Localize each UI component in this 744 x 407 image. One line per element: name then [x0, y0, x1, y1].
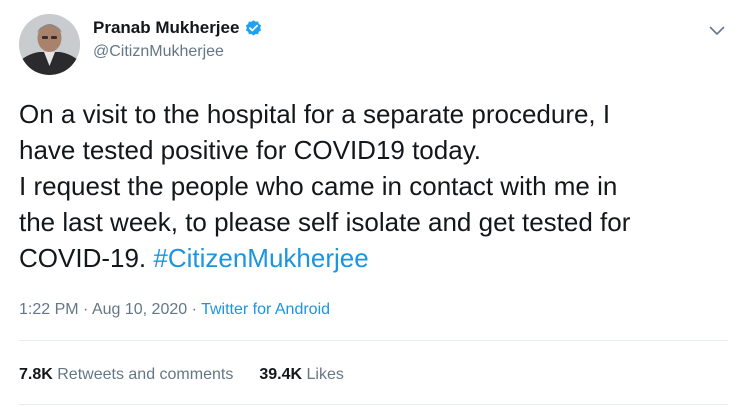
likes-count: 39.4K: [259, 366, 303, 383]
avatar-photo: [19, 14, 80, 75]
display-name[interactable]: Pranab Mukherjee: [93, 18, 239, 38]
retweets-stat[interactable]: 7.8K Retweets and comments: [19, 366, 233, 384]
retweets-label: Retweets and comments: [57, 366, 234, 383]
tweet-line-text: COVID-19.: [19, 243, 154, 273]
tweet-time[interactable]: 1:22 PM: [19, 301, 79, 318]
likes-stat[interactable]: 39.4K Likes: [259, 366, 344, 384]
chevron-down-icon[interactable]: [706, 20, 728, 42]
name-row: Pranab Mukherjee: [93, 16, 263, 40]
tweet-line: the last week, to please self isolate an…: [19, 207, 631, 237]
tweet-line: COVID-19. #CitizenMukherjee: [19, 240, 729, 276]
tweet-source-link[interactable]: Twitter for Android: [201, 301, 330, 318]
tweet-card: Pranab Mukherjee @CitiznMukherjee On a v…: [0, 0, 744, 407]
hashtag-link[interactable]: #CitizenMukherjee: [153, 243, 368, 273]
avatar[interactable]: [19, 14, 80, 75]
author-info: Pranab Mukherjee @CitiznMukherjee: [93, 16, 263, 61]
engagement-stats: 7.8K Retweets and comments 39.4K Likes: [19, 366, 344, 384]
tweet-line: have tested positive for COVID19 today.: [19, 135, 481, 165]
retweets-count: 7.8K: [19, 366, 53, 383]
tweet-text: On a visit to the hospital for a separat…: [19, 96, 729, 276]
tweet-line: On a visit to the hospital for a separat…: [19, 99, 611, 129]
divider: [19, 340, 728, 341]
handle[interactable]: @CitiznMukherjee: [93, 43, 263, 61]
meta-separator: ·: [191, 301, 197, 318]
tweet-metadata: 1:22 PM · Aug 10, 2020 · Twitter for And…: [19, 301, 330, 319]
tweet-line: I request the people who came in contact…: [19, 171, 618, 201]
likes-label: Likes: [306, 366, 344, 383]
divider: [19, 404, 728, 405]
tweet-date[interactable]: Aug 10, 2020: [92, 301, 187, 318]
verified-badge-icon: [244, 19, 263, 38]
meta-separator: ·: [83, 301, 89, 318]
